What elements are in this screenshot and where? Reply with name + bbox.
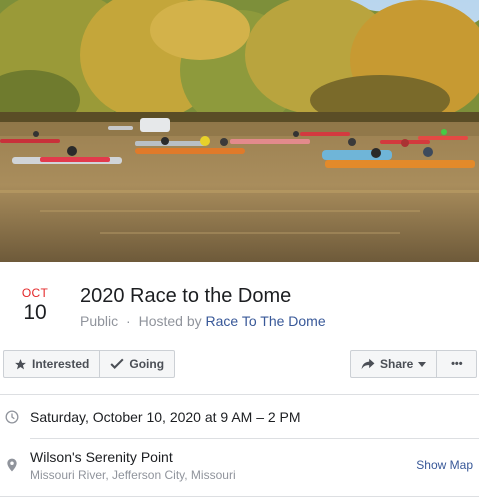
event-date-badge: OCT 10: [10, 286, 60, 325]
map-pin-icon: [5, 458, 19, 472]
share-label: Share: [380, 357, 414, 371]
event-month: OCT: [21, 286, 49, 300]
event-datetime: Saturday, October 10, 2020 at 9 AM – 2 P…: [30, 409, 301, 425]
interested-button[interactable]: Interested: [3, 350, 101, 378]
hosted-by-prefix: Hosted by: [138, 313, 202, 329]
host-link[interactable]: Race To The Dome: [206, 313, 326, 329]
bottom-divider: [0, 496, 479, 497]
location-address: Missouri River, Jefferson City, Missouri: [30, 468, 236, 482]
event-cover-photo[interactable]: [0, 0, 479, 262]
event-subtitle: Public · Hosted by Race To The Dome: [80, 313, 326, 329]
clock-icon: [5, 410, 19, 424]
going-label: Going: [129, 357, 165, 371]
detail-divider: [30, 438, 479, 439]
location-name[interactable]: Wilson's Serenity Point: [30, 449, 173, 465]
more-options-button[interactable]: •••: [437, 350, 478, 378]
cover-illustration: [0, 0, 479, 262]
event-title: 2020 Race to the Dome: [80, 285, 292, 307]
rsvp-button-group: Interested Going: [3, 350, 176, 378]
show-map-link[interactable]: Show Map: [416, 458, 473, 472]
chevron-down-icon: [418, 361, 427, 367]
event-day: 10: [23, 301, 47, 324]
share-arrow-icon: [361, 358, 375, 370]
more-options-icon: •••: [451, 358, 463, 370]
section-divider: [0, 394, 479, 395]
share-button-group: Share •••: [350, 350, 478, 378]
star-icon: [14, 358, 27, 371]
separator-dot: ·: [126, 313, 131, 329]
interested-label: Interested: [32, 357, 90, 371]
share-button[interactable]: Share: [350, 350, 438, 378]
event-privacy: Public: [80, 313, 119, 329]
checkmark-icon: [110, 358, 124, 370]
going-button[interactable]: Going: [100, 350, 176, 378]
